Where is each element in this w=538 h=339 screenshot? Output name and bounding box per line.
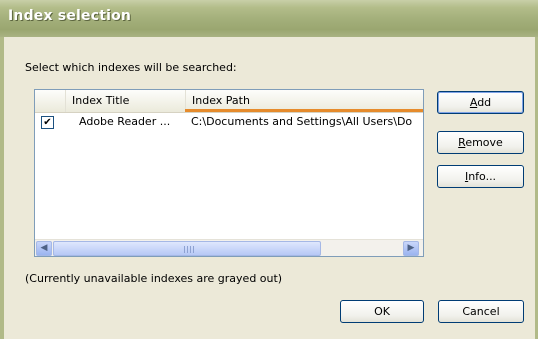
grip-icon — [184, 246, 194, 253]
window-title-bar[interactable]: Index selection — [0, 0, 538, 37]
index-path-cell: C:\Documents and Settings\All Users\Do — [191, 115, 413, 128]
prompt-label: Select which indexes will be searched: — [25, 61, 237, 74]
column-header-check[interactable] — [35, 90, 65, 112]
info-button-label: nfo... — [468, 170, 497, 183]
horizontal-scrollbar[interactable]: ◀ ▶ — [35, 239, 423, 256]
window-title: Index selection — [8, 8, 132, 24]
list-header: Index Title Index Path — [35, 90, 423, 113]
ok-button[interactable]: OK — [340, 300, 424, 323]
column-hover-highlight — [185, 109, 423, 112]
info-button[interactable]: Info... — [437, 165, 524, 188]
index-title-cell: Adobe Reader ... — [79, 115, 171, 128]
scroll-thumb[interactable] — [53, 241, 321, 256]
scroll-left-icon[interactable]: ◀ — [36, 241, 52, 256]
index-checkbox[interactable]: ✔ — [41, 116, 54, 129]
cancel-button[interactable]: Cancel — [438, 300, 524, 323]
remove-button[interactable]: Remove — [437, 131, 524, 154]
scroll-right-icon[interactable]: ▶ — [403, 241, 419, 256]
unavailable-note: (Currently unavailable indexes are graye… — [25, 272, 283, 285]
add-button[interactable]: Add — [437, 91, 524, 114]
list-item[interactable]: ✔ Adobe Reader ... C:\Documents and Sett… — [35, 113, 423, 131]
window-frame-left — [0, 37, 4, 339]
index-list[interactable]: Index Title Index Path ✔ Adobe Reader ..… — [34, 89, 424, 257]
column-header-index-title[interactable]: Index Title — [65, 90, 185, 112]
remove-button-label: emove — [465, 136, 503, 149]
add-button-label: dd — [477, 96, 492, 109]
